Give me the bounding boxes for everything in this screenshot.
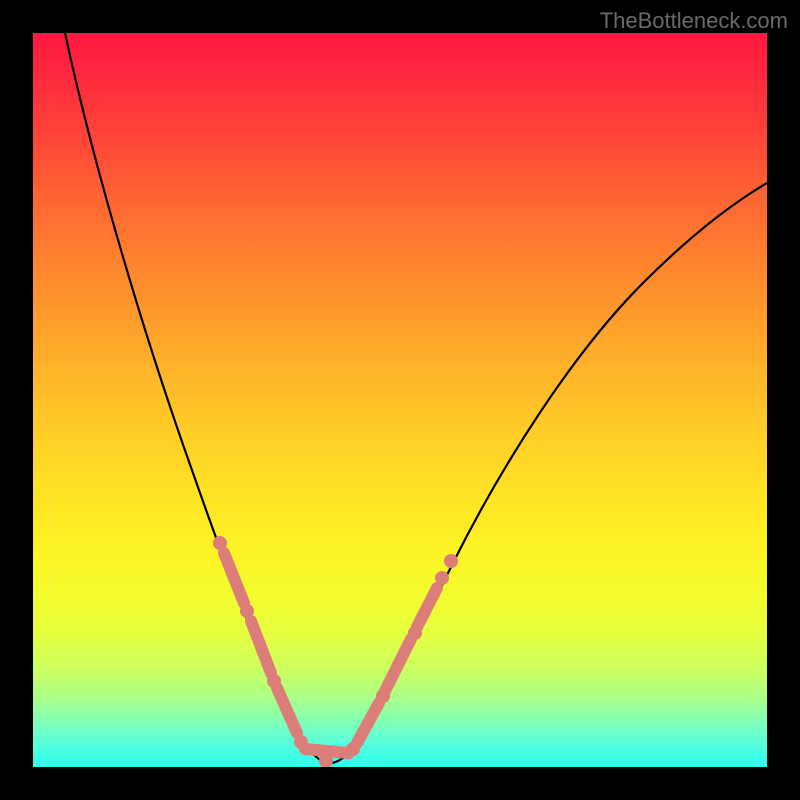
marker-dot [294, 735, 308, 749]
main-curve-path [65, 33, 767, 763]
highlight-segment-right-3 [417, 588, 437, 627]
marker-dot [267, 674, 281, 688]
bottleneck-curve [33, 33, 767, 767]
marker-dot [213, 536, 227, 550]
marker-dot [408, 626, 422, 640]
highlight-segment-valley [305, 749, 349, 753]
marker-dot [346, 742, 360, 756]
watermark-text: TheBottleneck.com [600, 8, 788, 34]
highlight-segment-left-2 [251, 621, 271, 673]
marker-dot [444, 554, 458, 568]
highlight-segment-left-3 [277, 688, 297, 733]
chart-container: TheBottleneck.com [0, 0, 800, 800]
highlight-segment-right-1 [357, 703, 379, 743]
marker-dot [240, 604, 254, 618]
marker-dot [435, 571, 449, 585]
marker-dot [376, 689, 390, 703]
highlight-segment-left-1 [224, 553, 244, 603]
highlight-segment-right-2 [385, 639, 411, 691]
